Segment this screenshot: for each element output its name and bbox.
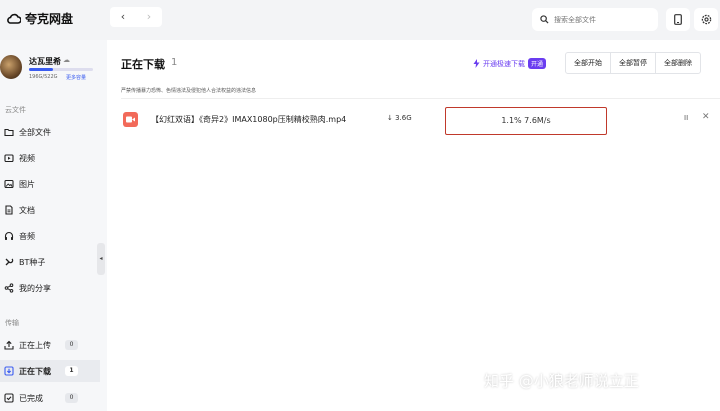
- close-icon[interactable]: ✕: [702, 112, 710, 122]
- sidebar-item-label: 文档: [19, 205, 35, 215]
- sidebar-item-video[interactable]: 视频: [0, 147, 100, 169]
- app-logo[interactable]: 夸克网盘: [7, 10, 73, 27]
- sidebar-item-documents[interactable]: 文档: [0, 199, 100, 221]
- sidebar-item-bt[interactable]: BT种子: [0, 251, 100, 273]
- image-icon: [4, 179, 14, 189]
- history-nav: ‹ ›: [110, 7, 162, 27]
- sidebar: 达瓦里希 ☁ 196G/522G 更多容量 云文件 全部文件 视频 图片 文档 …: [0, 40, 106, 411]
- download-row[interactable]: 【幻红双语】《奇异2》IMAX1080p压制精校熟肉.mp4 ↓ 3.6G 1.…: [114, 104, 714, 136]
- upload-icon: [4, 340, 14, 350]
- search-icon: [540, 15, 549, 24]
- document-icon: [5, 205, 13, 215]
- legal-notice: 严禁传播暴力恐怖、色情违法及侵犯他人合法权益的违法信息: [121, 88, 257, 94]
- page-count: 1: [171, 57, 178, 68]
- sidebar-item-images[interactable]: 图片: [0, 173, 100, 195]
- sidebar-item-label: 视频: [19, 153, 35, 163]
- done-icon: [4, 393, 14, 403]
- sidebar-item-label: 我的分享: [19, 283, 51, 293]
- start-all-button[interactable]: 全部开始: [566, 53, 611, 73]
- user-panel: 达瓦里希 ☁ 196G/522G 更多容量: [0, 55, 106, 87]
- main-panel: 正在下载 1 开通极速下载 开通 全部开始 全部暂停 全部删除 严禁传播暴力恐怖…: [107, 40, 720, 411]
- phone-button[interactable]: [666, 8, 690, 31]
- sidebar-item-label: BT种子: [19, 257, 46, 267]
- avatar[interactable]: [0, 55, 22, 79]
- storage-bar: [29, 68, 93, 71]
- phone-icon: [674, 14, 682, 25]
- progress-highlight: 1.1% 7.6M/s: [445, 107, 607, 135]
- forward-button[interactable]: ›: [136, 7, 162, 27]
- sidebar-item-label: 图片: [19, 179, 35, 189]
- sidebar-collapse-handle[interactable]: ◂: [97, 243, 105, 275]
- back-button[interactable]: ‹: [110, 7, 136, 27]
- lightning-icon: [473, 59, 480, 68]
- cloud-icon: ☁: [63, 56, 70, 64]
- pause-all-button[interactable]: 全部暂停: [611, 53, 656, 73]
- file-size-value: 3.6G: [395, 114, 412, 122]
- app-title: 夸克网盘: [25, 12, 74, 26]
- sidebar-item-my-shares[interactable]: 我的分享: [0, 277, 100, 299]
- cloud-logo-icon: [7, 13, 21, 24]
- section-transfer: 传输: [5, 319, 19, 327]
- share-icon: [4, 283, 14, 293]
- speedup-tag: 开通: [528, 58, 547, 69]
- video-icon: [4, 154, 14, 163]
- sidebar-item-label: 正在下载: [19, 366, 51, 376]
- search-box[interactable]: [532, 8, 658, 31]
- sidebar-item-uploading[interactable]: 正在上传 0: [0, 334, 100, 356]
- storage-bar-fill: [29, 68, 54, 71]
- headphones-icon: [4, 231, 14, 240]
- speedup-link[interactable]: 开通极速下载 开通: [473, 58, 547, 69]
- speedup-label: 开通极速下载: [483, 59, 525, 68]
- search-input[interactable]: [554, 15, 644, 24]
- gear-icon: [701, 14, 711, 25]
- sidebar-item-all-files[interactable]: 全部文件: [0, 121, 100, 143]
- watermark: 知乎 @小狼老师说立正: [484, 372, 639, 390]
- more-storage-link[interactable]: 更多容量: [66, 74, 86, 81]
- sidebar-item-audio[interactable]: 音频: [0, 225, 100, 247]
- folder-icon: [4, 128, 14, 137]
- sidebar-item-downloading[interactable]: 正在下载 1: [0, 360, 100, 382]
- divider: [121, 98, 720, 99]
- settings-button[interactable]: [694, 8, 718, 31]
- count-badge: 0: [65, 340, 78, 350]
- storage-text: 196G/522G: [29, 74, 58, 80]
- count-badge: 0: [65, 393, 78, 403]
- magnet-icon: [5, 258, 14, 266]
- file-size: ↓ 3.6G: [387, 114, 412, 122]
- page-title: 正在下载: [121, 58, 165, 71]
- pause-icon[interactable]: II: [684, 114, 688, 122]
- top-bar: 夸克网盘 ‹ ›: [0, 0, 720, 40]
- section-cloud-files: 云文件: [5, 106, 26, 114]
- download-arrow-icon: ↓: [387, 114, 396, 122]
- sidebar-item-label: 已完成: [19, 393, 43, 403]
- download-icon: [4, 366, 14, 376]
- video-file-icon: [123, 112, 138, 127]
- sidebar-item-completed[interactable]: 已完成 0: [0, 387, 100, 409]
- username: 达瓦里希: [29, 57, 61, 66]
- file-name: 【幻红双语】《奇异2》IMAX1080p压制精校熟肉.mp4: [151, 115, 347, 124]
- count-badge: 1: [65, 366, 78, 376]
- delete-all-button[interactable]: 全部删除: [656, 53, 700, 73]
- sidebar-item-label: 全部文件: [19, 127, 51, 137]
- sidebar-item-label: 正在上传: [19, 340, 51, 350]
- sidebar-item-label: 音频: [19, 231, 35, 241]
- bulk-actions: 全部开始 全部暂停 全部删除: [565, 52, 701, 74]
- progress-text: 1.1% 7.6M/s: [501, 116, 551, 125]
